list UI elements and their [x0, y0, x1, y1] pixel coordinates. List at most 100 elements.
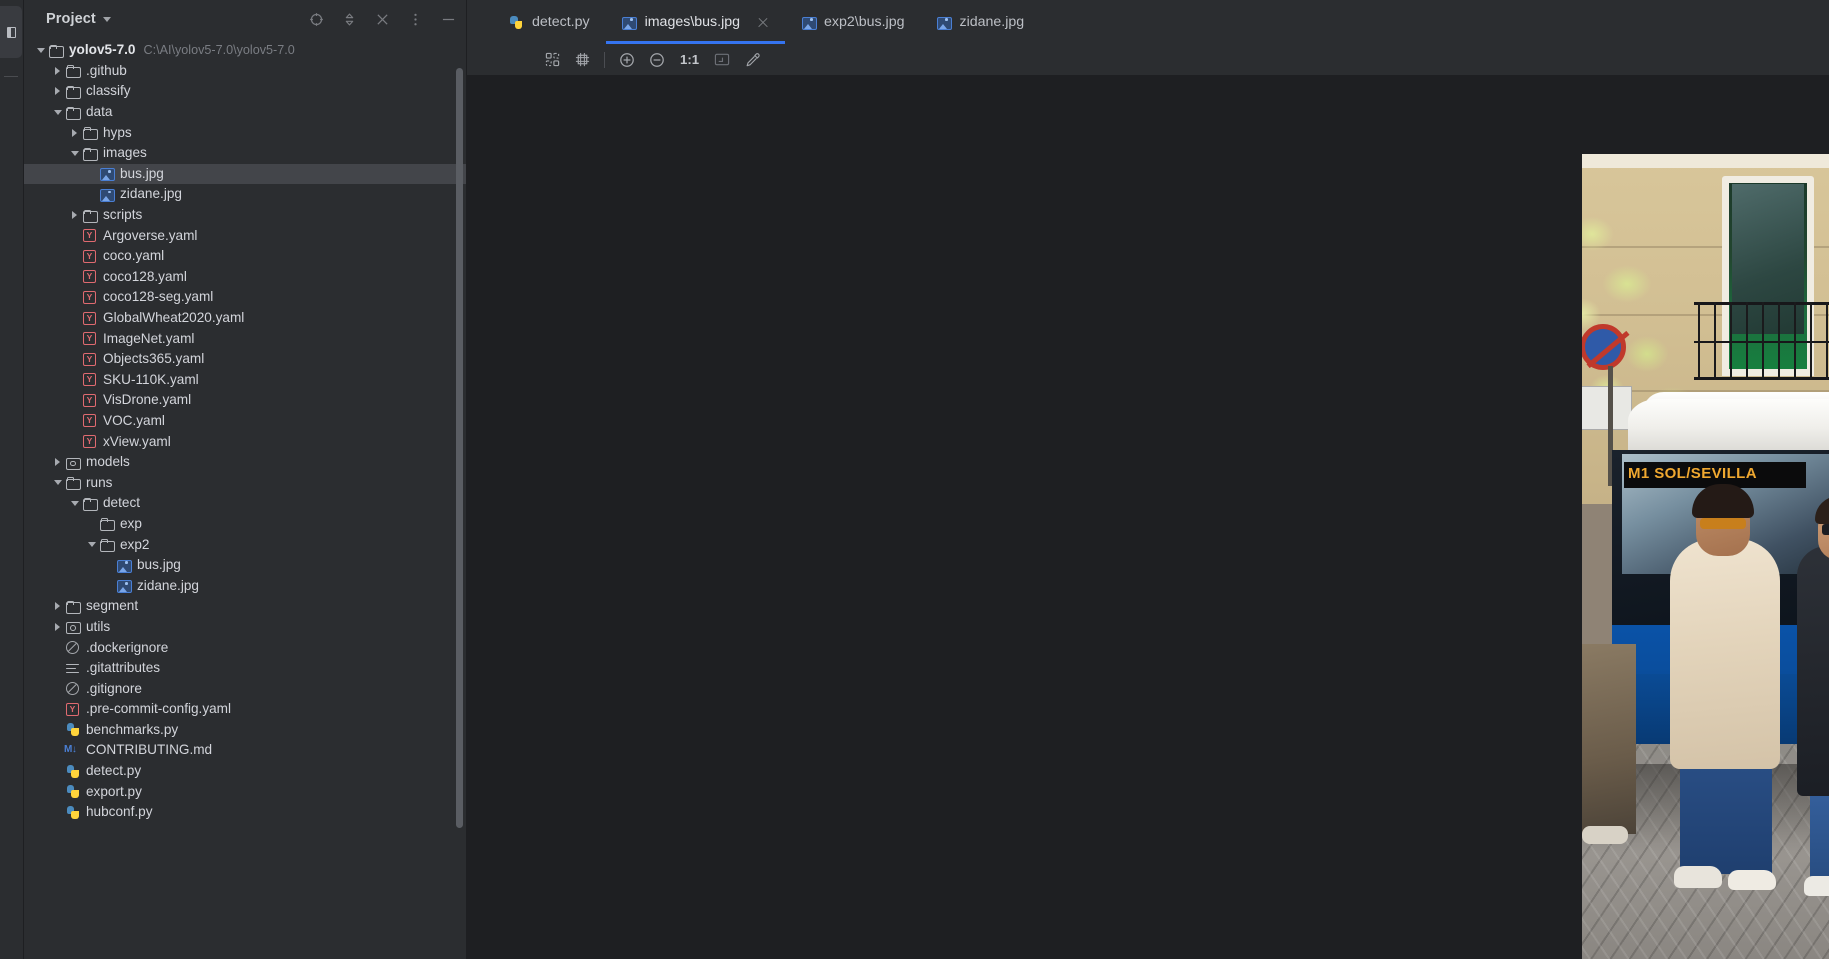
- chevron-down-icon[interactable]: [68, 151, 81, 156]
- tree-row-sku-110k-yaml[interactable]: Y SKU-110K.yaml: [24, 370, 466, 391]
- tree-row--gitattributes[interactable]: .gitattributes: [24, 658, 466, 679]
- project-tree-scrollbar[interactable]: [456, 68, 463, 828]
- tree-row-segment[interactable]: segment: [24, 596, 466, 617]
- tree-row-label: VOC.yaml: [103, 412, 165, 428]
- tree-row-detect[interactable]: detect: [24, 493, 466, 514]
- python-file-icon: [64, 723, 81, 737]
- tree-row-bus-jpg[interactable]: bus.jpg: [24, 163, 466, 185]
- tab-close-icon[interactable]: [756, 16, 769, 29]
- grid-frame-icon[interactable]: [567, 47, 597, 73]
- tree-row-exp[interactable]: exp: [24, 514, 466, 535]
- pedestrian-two-shoe: [1804, 876, 1829, 896]
- tree-row--github[interactable]: .github: [24, 61, 466, 82]
- chevron-right-icon[interactable]: [68, 211, 81, 219]
- chevron-down-icon[interactable]: [68, 501, 81, 506]
- tree-row-utils[interactable]: utils: [24, 617, 466, 638]
- tree-row-runs[interactable]: runs: [24, 472, 466, 493]
- chevron-right-icon[interactable]: [51, 87, 64, 95]
- chevron-right-icon[interactable]: [51, 623, 64, 631]
- project-tool-window-tab[interactable]: [0, 6, 22, 58]
- tree-row-label: SKU-110K.yaml: [103, 371, 199, 387]
- tree-row-label: hyps: [103, 124, 132, 140]
- tree-row-images[interactable]: images: [24, 143, 466, 164]
- tree-row--pre-commit-config-yaml[interactable]: Y .pre-commit-config.yaml: [24, 699, 466, 720]
- close-icon[interactable]: [374, 11, 390, 27]
- tree-row-xview-yaml[interactable]: YxView.yaml: [24, 431, 466, 452]
- tree-row-classify[interactable]: classify: [24, 81, 466, 102]
- pedestrian-one-legs: [1680, 754, 1772, 874]
- eyedropper-icon[interactable]: [737, 47, 767, 73]
- tree-row-voc-yaml[interactable]: Y VOC.yaml: [24, 411, 466, 432]
- chevron-right-icon[interactable]: [51, 602, 64, 610]
- tool-strip-divider: [4, 76, 18, 77]
- minimize-icon[interactable]: [440, 11, 456, 27]
- tree-row-detect-py[interactable]: detect.py: [24, 761, 466, 782]
- chevron-right-icon[interactable]: [51, 67, 64, 75]
- tree-row-label: .gitattributes: [86, 660, 161, 676]
- yaml-file-icon: Y: [81, 352, 98, 366]
- tree-row-objects365-yaml[interactable]: Y Objects365.yaml: [24, 349, 466, 370]
- tree-row-contributing-md[interactable]: M↓ CONTRIBUTING.md: [24, 740, 466, 761]
- tree-row-hyps[interactable]: hyps: [24, 122, 466, 143]
- tree-row-zidane-jpg[interactable]: zidane.jpg: [24, 575, 466, 596]
- folder-icon: [64, 65, 81, 79]
- tree-row-export-py[interactable]: export.py: [24, 781, 466, 802]
- tree-row-benchmarks-py[interactable]: benchmarks.py: [24, 720, 466, 741]
- pedestrian-one-sunglasses: [1700, 518, 1746, 529]
- tree-row-exp2[interactable]: exp2: [24, 534, 466, 555]
- yaml-file-icon: Y: [81, 290, 98, 304]
- tree-row-label: models: [86, 454, 130, 470]
- image-file-icon: [115, 580, 132, 594]
- project-file-tree[interactable]: yolov5-7.0 C:\AI\yolov5-7.0\yolov5-7.0 .gi…: [24, 38, 466, 959]
- tree-row-visdrone-yaml[interactable]: Y VisDrone.yaml: [24, 390, 466, 411]
- project-panel-title[interactable]: Project: [46, 11, 96, 27]
- toolbar-separator: [604, 51, 605, 68]
- tree-row-argoverse-yaml[interactable]: Y Argoverse.yaml: [24, 225, 466, 246]
- pedestrian-left-shoe: [1582, 826, 1628, 844]
- more-vertical-icon[interactable]: [407, 11, 423, 27]
- chevron-right-icon[interactable]: [51, 458, 64, 466]
- folder-icon: [98, 518, 115, 532]
- one-to-one-label[interactable]: 1:1: [672, 52, 707, 67]
- tree-row-zidane-jpg[interactable]: zidane.jpg: [24, 184, 466, 205]
- chevron-down-icon[interactable]: [102, 16, 111, 22]
- chevron-down-icon[interactable]: [51, 480, 64, 485]
- tree-row-label: .pre-commit-config.yaml: [86, 701, 232, 717]
- tree-row-globalwheat2020-yaml[interactable]: Y GlobalWheat2020.yaml: [24, 308, 466, 329]
- tree-row-label: .gitignore: [86, 680, 142, 696]
- module-folder-icon: [64, 621, 81, 635]
- tree-row-imagenet-yaml[interactable]: Y ImageNet.yaml: [24, 328, 466, 349]
- zoom-in-icon[interactable]: [612, 47, 642, 73]
- chevron-down-icon[interactable]: [51, 110, 64, 115]
- zoom-out-icon[interactable]: [642, 47, 672, 73]
- tree-row--dockerignore[interactable]: .dockerignore: [24, 637, 466, 658]
- collapse-all-icon[interactable]: [341, 11, 357, 27]
- folder-icon: [64, 477, 81, 491]
- tree-row-yolov5-7-0[interactable]: yolov5-7.0 C:\AI\yolov5-7.0\yolov5-7.0: [24, 40, 466, 61]
- tree-row-bus-jpg[interactable]: bus.jpg: [24, 555, 466, 576]
- editor-tab-label: exp2\bus.jpg: [824, 14, 905, 30]
- target-icon[interactable]: [308, 11, 324, 27]
- image-viewer-canvas[interactable]: M1 SOL/SEVILLA EMT MADRID Un minibús 100…: [467, 76, 1829, 959]
- editor-tab-exp2-bus-jpg[interactable]: exp2\bus.jpg: [785, 0, 920, 44]
- chevron-right-icon[interactable]: [68, 129, 81, 137]
- chevron-down-icon[interactable]: [85, 542, 98, 547]
- tree-row-coco128-seg-yaml[interactable]: Ycoco128-seg.yaml: [24, 287, 466, 308]
- tree-row-models[interactable]: models: [24, 452, 466, 473]
- tree-row-scripts[interactable]: scripts: [24, 205, 466, 226]
- image-preview-bus-jpg[interactable]: M1 SOL/SEVILLA EMT MADRID Un minibús 100…: [1582, 154, 1829, 959]
- tree-row--gitignore[interactable]: .gitignore: [24, 678, 466, 699]
- fit-screen-icon[interactable]: [707, 47, 737, 73]
- folder-icon: [81, 497, 98, 511]
- editor-tab-detect-py[interactable]: detect.py: [493, 0, 606, 44]
- chevron-down-icon[interactable]: [34, 48, 47, 53]
- tree-row-data[interactable]: data: [24, 102, 466, 123]
- tree-row-hubconf-py[interactable]: hubconf.py: [24, 802, 466, 823]
- markdown-file-icon: M↓: [64, 744, 77, 756]
- tree-row-coco-yaml[interactable]: Ycoco.yaml: [24, 246, 466, 267]
- tree-row-coco128-yaml[interactable]: Ycoco128.yaml: [24, 267, 466, 288]
- attributes-file-icon: [64, 663, 81, 674]
- chessboard-icon[interactable]: [537, 47, 567, 73]
- editor-tab-images-bus-jpg[interactable]: images\bus.jpg: [605, 0, 786, 44]
- editor-tab-zidane-jpg[interactable]: zidane.jpg: [920, 0, 1040, 44]
